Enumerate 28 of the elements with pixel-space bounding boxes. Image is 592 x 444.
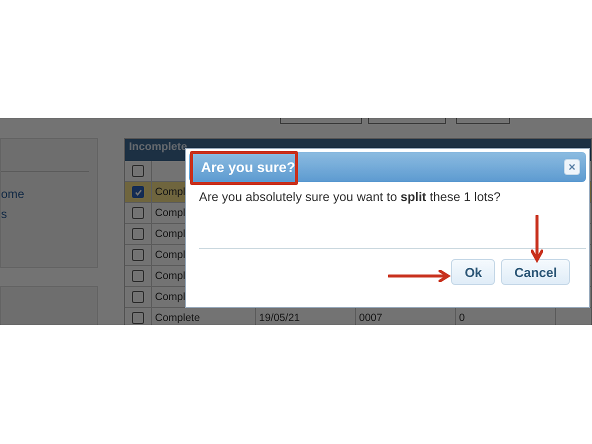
table-cell: 19/05/21 [259,312,300,324]
checkbox[interactable] [132,228,144,240]
dialog-button[interactable]: Cancel [501,259,570,285]
table-cell: Compl [155,228,186,240]
table-cell: Complete [155,312,200,324]
table-cell: 0007 [359,312,382,324]
checkbox[interactable] [132,312,144,324]
table-cell: Compl [155,207,186,219]
table-cell: 0 [459,312,465,324]
right-arrow [388,270,452,282]
close-button[interactable]: × [564,159,580,175]
table-cell: Compl [155,186,186,198]
table-cell: Compl [155,249,186,261]
checkbox[interactable] [132,270,144,282]
checkbox[interactable] [132,291,144,303]
checkbox[interactable] [132,165,144,177]
checkbox[interactable] [132,249,144,261]
dialog-message: Are you absolutely sure you want to split these 1 lots? [199,190,586,249]
dialog-title: Are you sure? [201,159,296,175]
sidebar-link[interactable]: ome [1,184,97,204]
table-cell: Compl [155,270,186,282]
sidebar-link[interactable]: s [1,204,97,224]
table-title: Incomplete [129,141,188,153]
checkbox[interactable] [132,186,144,198]
checkbox[interactable] [132,207,144,219]
table-cell: Compl [155,291,186,303]
down-arrow [531,215,543,263]
dialog-button[interactable]: Ok [451,259,496,285]
